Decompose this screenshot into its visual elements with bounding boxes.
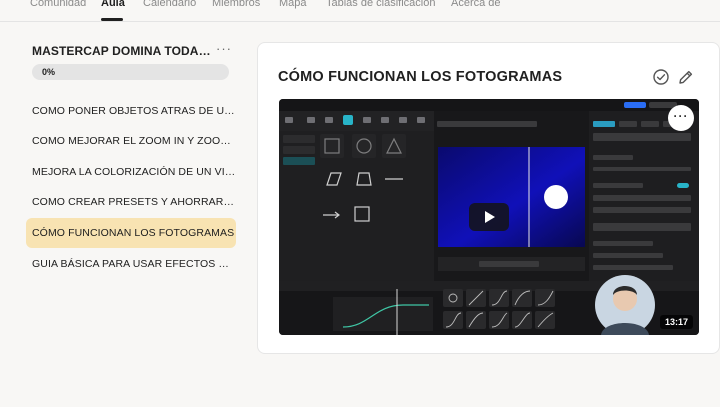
course-title: MASTERCAP DOMINA TODAS LAS HERRAMIENTAS <box>32 44 212 58</box>
lesson-item-objetos-atras[interactable]: COMO PONER OBJETOS ATRAS DE UNA PERSONA <box>26 96 236 126</box>
top-navigation: Comunidad Aula Calendario Miembros Mapa … <box>0 0 720 22</box>
lesson-title: CÓMO FUNCIONAN LOS FOTOGRAMAS <box>278 69 563 85</box>
active-tab-indicator <box>101 18 123 21</box>
play-button[interactable] <box>469 203 509 231</box>
video-options-button[interactable]: ··· <box>668 105 694 131</box>
play-icon <box>485 211 495 223</box>
tab-aula[interactable]: Aula <box>101 0 125 10</box>
tab-tablas-de-clasificacion[interactable]: Tablas de clasificación <box>326 0 435 10</box>
lesson-item-zoom[interactable]: COMO MEJORAR EL ZOOM IN Y ZOOM OUT <box>26 126 236 156</box>
lesson-item-efectos-sonido[interactable]: GUIA BÁSICA PARA USAR EFECTOS DE SONIDO <box>26 249 236 279</box>
course-progress-bar: 0% <box>32 64 229 80</box>
edit-pencil-icon[interactable] <box>677 68 695 86</box>
tab-comunidad[interactable]: Comunidad <box>30 0 86 10</box>
tab-mapa[interactable]: Mapa <box>279 0 307 10</box>
course-options-button[interactable]: ··· <box>216 41 232 56</box>
lesson-item-fotogramas[interactable]: CÓMO FUNCIONAN LOS FOTOGRAMAS <box>26 218 236 248</box>
tab-miembros[interactable]: Miembros <box>212 0 260 10</box>
lesson-video-player[interactable]: ··· 13:17 <box>279 99 699 335</box>
tab-calendario[interactable]: Calendario <box>143 0 196 10</box>
check-circle-icon[interactable] <box>652 68 670 86</box>
video-duration-badge: 13:17 <box>659 315 693 329</box>
lesson-item-presets[interactable]: COMO CREAR PRESETS Y AHORRAR TIEMPO <box>26 187 236 217</box>
course-progress-label: 0% <box>42 67 56 77</box>
lesson-item-colorizacion[interactable]: MEJORA LA COLORIZACIÓN DE UN VIDEO <box>26 157 236 187</box>
lesson-content-card: CÓMO FUNCIONAN LOS FOTOGRAMAS ··· 13:17 <box>257 42 720 354</box>
tab-acerca-de[interactable]: Acerca de <box>451 0 501 10</box>
